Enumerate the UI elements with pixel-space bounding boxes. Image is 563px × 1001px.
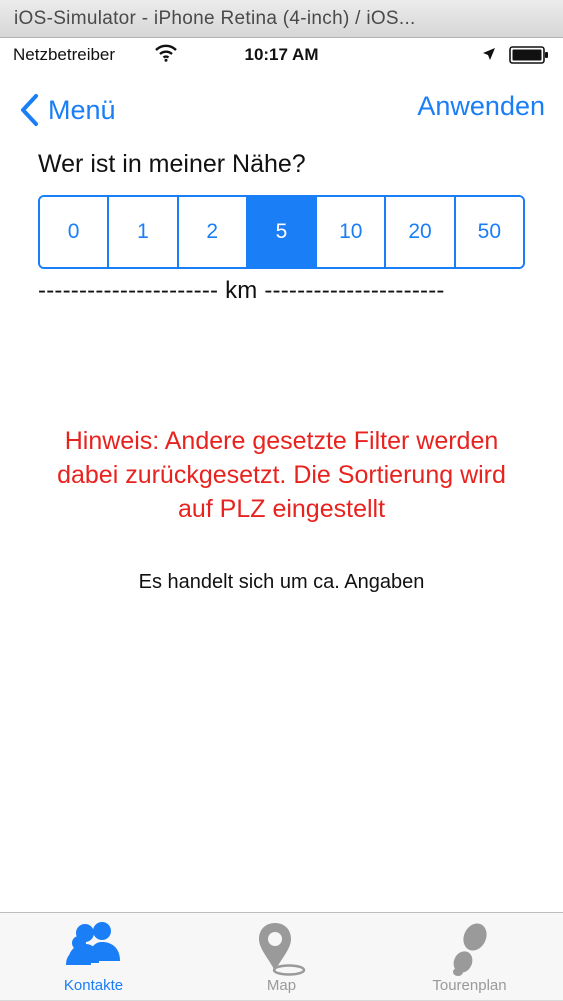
- tab-tourenplan-label: Tourenplan: [432, 977, 507, 994]
- unit-label: ---------------------- km --------------…: [38, 277, 445, 304]
- tab-tourenplan[interactable]: Tourenplan: [376, 913, 563, 1001]
- status-time: 10:17 AM: [244, 45, 319, 64]
- distance-segmented-control: 0 1 2 5 10 20 50: [38, 195, 525, 269]
- battery-icon: [509, 46, 548, 64]
- distance-option-20[interactable]: 20: [386, 197, 456, 267]
- tab-kontakte-label: Kontakte: [63, 977, 124, 994]
- window-title: iOS-Simulator - iPhone Retina (4-inch) /…: [14, 8, 416, 29]
- distance-option-50[interactable]: 50: [455, 197, 523, 267]
- distance-option-1[interactable]: 1: [109, 197, 179, 267]
- apply-button[interactable]: Anwenden: [417, 91, 545, 122]
- distance-option-10[interactable]: 10: [317, 197, 387, 267]
- chevron-left-icon: [21, 94, 38, 126]
- distance-option-5[interactable]: 5: [247, 197, 318, 267]
- navigation-bar: Menü Anwenden: [0, 74, 563, 144]
- contacts-icon: [65, 922, 120, 965]
- window-title-bar[interactable]: iOS-Simulator - iPhone Retina (4-inch) /…: [0, 0, 563, 38]
- phone-screen: Netzbetreiber 10:17 AM Menü Anwenden Wer…: [0, 38, 563, 1000]
- approximation-note: Es handelt sich um ca. Angaben: [138, 571, 425, 593]
- tab-kontakte[interactable]: Kontakte: [0, 913, 187, 1001]
- tab-map[interactable]: Map: [188, 913, 375, 1001]
- status-bar: Netzbetreiber 10:17 AM: [0, 38, 563, 74]
- distance-option-0[interactable]: 0: [40, 197, 110, 267]
- distance-option-2[interactable]: 2: [178, 197, 248, 267]
- simulator-window: iOS-Simulator - iPhone Retina (4-inch) /…: [0, 0, 563, 1000]
- map-pin-icon: [258, 923, 305, 976]
- tab-bar: Kontakte Map Tourenplan: [0, 912, 563, 1000]
- tab-map-label: Map: [266, 977, 297, 994]
- distance-question: Wer ist in meiner Nähe?: [38, 150, 306, 178]
- location-arrow-icon: [483, 48, 495, 60]
- footprints-icon: [452, 923, 487, 976]
- back-button[interactable]: Menü: [18, 90, 116, 130]
- filter-reset-hint: Hinweis: Andere gesetzte Filter werden d…: [57, 427, 506, 523]
- back-button-label: Menü: [48, 94, 116, 125]
